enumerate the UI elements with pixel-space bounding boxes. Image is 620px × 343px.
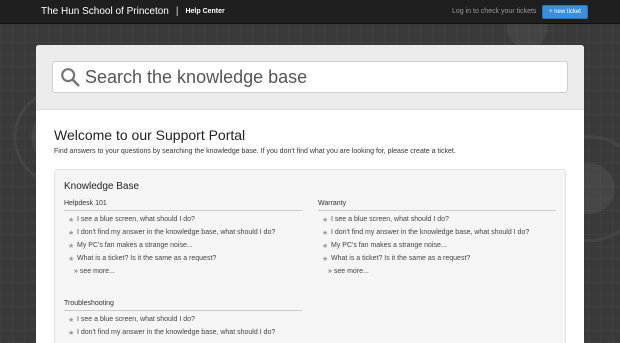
category-title[interactable]: Warranty bbox=[318, 200, 556, 211]
article-link[interactable]: I see a blue screen, what should I do? bbox=[77, 216, 195, 223]
search-icon bbox=[61, 68, 80, 87]
search-box[interactable] bbox=[52, 61, 568, 93]
knowledge-base-title: Knowledge Base bbox=[64, 181, 140, 192]
article-link[interactable]: I don't find my answer in the knowledge … bbox=[77, 329, 275, 336]
search-input[interactable] bbox=[85, 66, 555, 88]
main-panel: Welcome to our Support Portal Find answe… bbox=[36, 45, 584, 343]
article-item[interactable]: ★ My PC's fan makes a strange noise... bbox=[64, 239, 302, 252]
category-title[interactable]: Troubleshooting bbox=[64, 300, 302, 311]
article-link[interactable]: I see a blue screen, what should I do? bbox=[331, 216, 449, 223]
star-icon: ★ bbox=[68, 255, 75, 263]
star-icon: ★ bbox=[322, 242, 329, 250]
new-ticket-button[interactable]: + new ticket bbox=[542, 5, 588, 19]
article-link[interactable]: I don't find my answer in the knowledge … bbox=[77, 229, 275, 236]
article-item[interactable]: ★ I see a blue screen, what should I do? bbox=[64, 313, 302, 326]
article-link[interactable]: I don't find my answer in the knowledge … bbox=[331, 229, 529, 236]
article-item[interactable]: ★ I don't find my answer in the knowledge… bbox=[318, 226, 556, 239]
article-link[interactable]: What is a ticket? Is it the same as a re… bbox=[77, 255, 216, 262]
help-center-link[interactable]: Help Center bbox=[185, 8, 224, 15]
category-title[interactable]: Helpdesk 101 bbox=[64, 200, 302, 211]
star-icon: ★ bbox=[68, 229, 75, 237]
article-link[interactable]: My PC's fan makes a strange noise... bbox=[331, 242, 447, 249]
article-item[interactable]: ★ I don't find my answer in the knowledge… bbox=[64, 326, 302, 339]
star-icon: ★ bbox=[322, 255, 329, 263]
article-item[interactable]: ★ What is a ticket? Is it the same as a r… bbox=[64, 252, 302, 265]
category-warranty: Warranty ★ I see a blue screen, what shou… bbox=[318, 200, 556, 278]
login-link[interactable]: Log in to check your tickets bbox=[452, 8, 536, 15]
see-more-link[interactable]: » see more... bbox=[64, 265, 302, 278]
article-link[interactable]: I see a blue screen, what should I do? bbox=[77, 316, 195, 323]
article-item[interactable]: ★ I see a blue screen, what should I do? bbox=[64, 213, 302, 226]
knowledge-base-card: Knowledge Base Helpdesk 101 ★ I see a blu… bbox=[54, 169, 566, 343]
star-icon: ★ bbox=[68, 329, 75, 337]
category-helpdesk-101: Helpdesk 101 ★ I see a blue screen, what … bbox=[64, 200, 302, 278]
article-item[interactable]: ★ I see a blue screen, what should I do? bbox=[318, 213, 556, 226]
star-icon: ★ bbox=[68, 216, 75, 224]
article-link[interactable]: What is a ticket? Is it the same as a re… bbox=[331, 255, 470, 262]
see-more-link[interactable]: » see more... bbox=[318, 265, 556, 278]
top-navigation-bar: The Hun School of Princeton | Help Cente… bbox=[0, 0, 620, 24]
star-icon: ★ bbox=[322, 216, 329, 224]
article-item[interactable]: ★ I don't find my answer in the knowledge… bbox=[64, 226, 302, 239]
brand-name[interactable]: The Hun School of Princeton bbox=[41, 6, 169, 17]
welcome-text: Find answers to your questions by search… bbox=[54, 148, 456, 155]
brand-separator: | bbox=[175, 6, 179, 17]
star-icon: ★ bbox=[322, 229, 329, 237]
star-icon: ★ bbox=[68, 242, 75, 250]
category-troubleshooting: Troubleshooting ★ I see a blue screen, wh… bbox=[64, 300, 302, 339]
search-section bbox=[36, 45, 584, 110]
article-item[interactable]: ★ My PC's fan makes a strange noise... bbox=[318, 239, 556, 252]
welcome-title: Welcome to our Support Portal bbox=[54, 127, 246, 143]
article-item[interactable]: ★ What is a ticket? Is it the same as a r… bbox=[318, 252, 556, 265]
article-link[interactable]: My PC's fan makes a strange noise... bbox=[77, 242, 193, 249]
star-icon: ★ bbox=[68, 316, 75, 324]
